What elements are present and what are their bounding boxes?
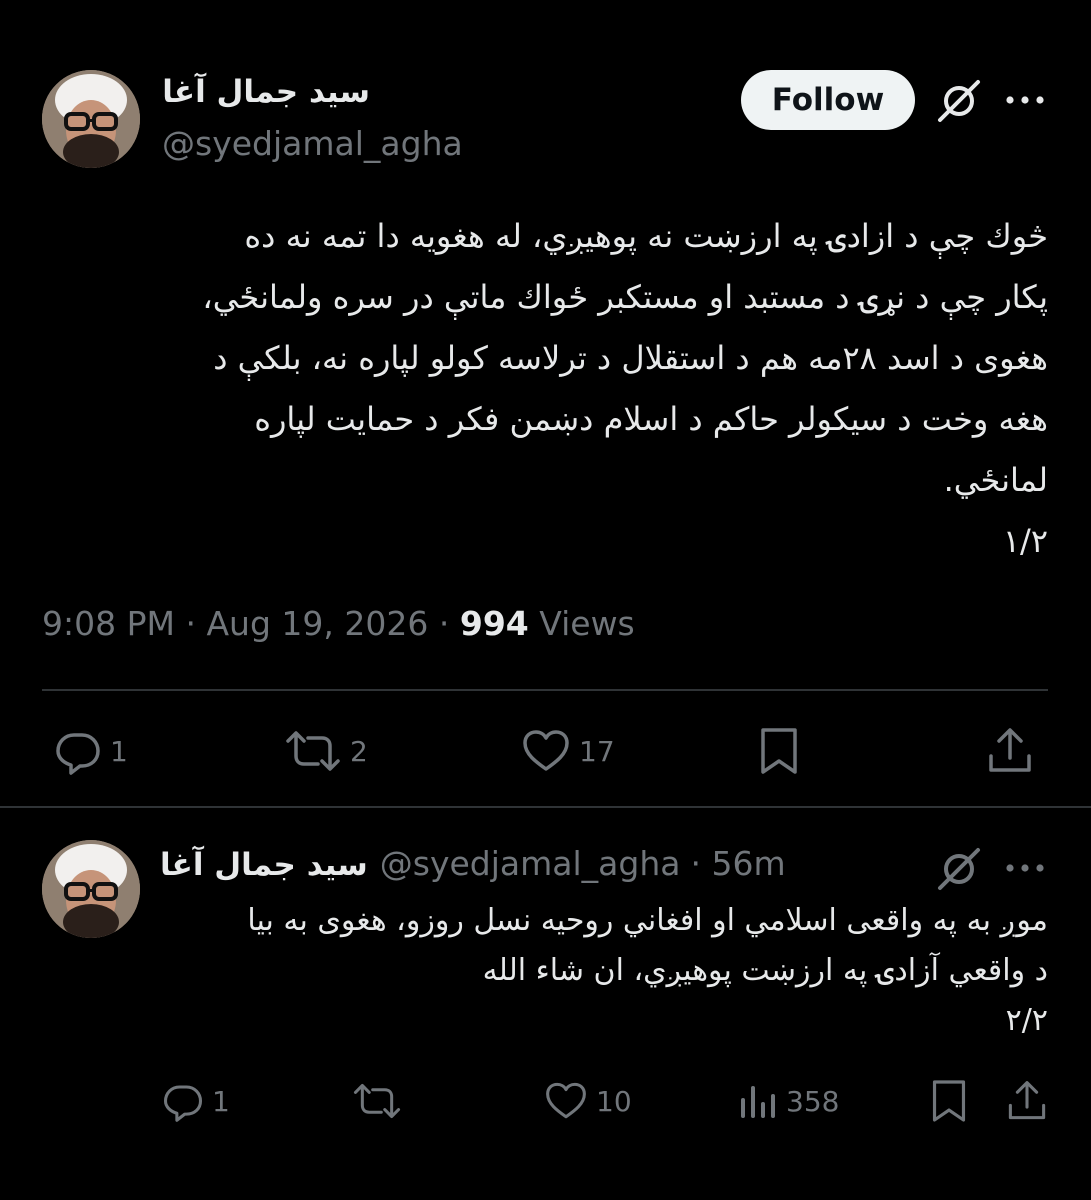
heart-icon — [546, 1082, 586, 1119]
reply-author-name[interactable]: سید جمال آغا — [160, 847, 368, 883]
reply-like-button[interactable]: 10 — [544, 1080, 632, 1122]
divider — [42, 689, 1048, 691]
grok-icon[interactable] — [936, 846, 982, 892]
repost-button[interactable]: 2 — [284, 727, 368, 775]
tweet-text-line: لمانځي. — [943, 461, 1048, 499]
like-count: 10 — [596, 1084, 632, 1118]
reply-text-line: موږ به په واقعی اسلامي او افغاني روحیه ن… — [247, 903, 1048, 938]
reply-repost-button[interactable] — [352, 1080, 402, 1122]
reply-header: سید جمال آغا @syedjamal_agha · 56m — [160, 844, 786, 883]
reply-bookmark-button[interactable] — [930, 1078, 968, 1124]
reply-author-handle[interactable]: @syedjamal_agha — [380, 844, 681, 883]
repost-icon — [353, 1083, 401, 1119]
repost-count: 2 — [350, 734, 368, 768]
tweet-time[interactable]: 9:08 PM — [42, 604, 175, 643]
reply-reply-button[interactable]: 1 — [162, 1080, 230, 1122]
tweet-date[interactable]: Aug 19, 2026 — [206, 604, 428, 643]
bookmark-button[interactable] — [758, 726, 800, 776]
like-button[interactable]: 17 — [521, 727, 615, 775]
tweet-meta: 9:08 PM · Aug 19, 2026 · 994 Views — [42, 604, 635, 643]
repost-icon — [286, 731, 340, 771]
thread-counter: ۲/۲ — [1005, 1003, 1048, 1038]
follow-button[interactable]: Follow — [741, 70, 915, 130]
tweet-text-line: هغوی د اسد ۲۸مه هم د استقلال د ترلاسه کو… — [213, 339, 1048, 377]
divider — [0, 806, 1091, 808]
tweet-text-line: هغه وخت د سیکولر حاکم د اسلام دښمن فکر د… — [254, 400, 1048, 438]
bookmark-icon — [932, 1080, 966, 1122]
bookmark-icon — [761, 728, 797, 774]
reply-icon — [56, 733, 100, 775]
share-button[interactable] — [986, 726, 1034, 776]
reply-count: 1 — [110, 734, 128, 768]
reply-time[interactable]: · 56m — [690, 844, 785, 883]
meta-separator: · — [185, 604, 196, 643]
reply-text-line: د واقعي آزادۍ په ارزښت پوهیږي، ان شاء ال… — [482, 953, 1048, 988]
tweet-text-line: پکار چې د نړۍ د مستبد او مستکبر ځواك مات… — [202, 278, 1048, 316]
author-handle[interactable]: @syedjamal_agha — [162, 124, 463, 163]
share-icon — [1008, 1081, 1046, 1120]
reply-author-avatar[interactable] — [42, 840, 140, 938]
author-name[interactable]: سید جمال آغا — [160, 74, 370, 110]
reply-icon — [163, 1085, 203, 1122]
reply-button[interactable]: 1 — [54, 727, 128, 775]
views-count: 994 — [459, 604, 529, 643]
more-icon[interactable] — [1004, 860, 1046, 876]
reply-count: 1 — [212, 1084, 230, 1118]
meta-separator: · — [438, 604, 450, 643]
thread-counter: ۱/۲ — [1002, 522, 1048, 560]
author-avatar[interactable] — [42, 70, 140, 168]
views-count: 358 — [786, 1084, 840, 1118]
views-label: Views — [539, 604, 635, 643]
analytics-icon — [741, 1086, 775, 1118]
tweet-text-line: څوك چې د ازادۍ په ارزښت نه پوهيږي، له هغ… — [244, 217, 1048, 255]
like-count: 17 — [579, 734, 615, 768]
heart-icon — [523, 730, 569, 771]
reply-share-button[interactable] — [1006, 1078, 1048, 1124]
grok-icon[interactable] — [936, 78, 982, 124]
tweet-text: څوك چې د ازادۍ په ارزښت نه پوهيږي، له هغ… — [40, 206, 1048, 572]
reply-text: موږ به په واقعی اسلامي او افغاني روحیه ن… — [160, 896, 1048, 1046]
share-icon — [989, 728, 1031, 772]
more-icon[interactable] — [1004, 92, 1046, 108]
reply-views-button[interactable]: 358 — [738, 1080, 839, 1122]
